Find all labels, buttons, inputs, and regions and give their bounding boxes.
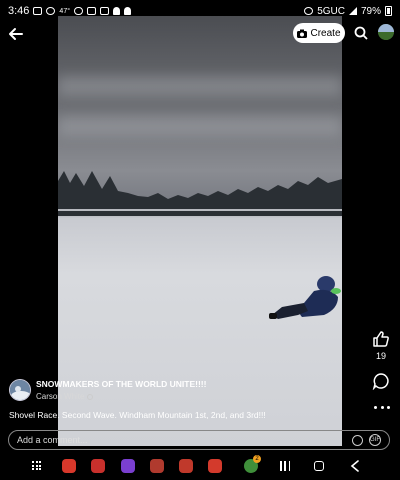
notification-badge: 2 (253, 455, 261, 463)
browser-app-icon[interactable] (121, 459, 135, 473)
bar (288, 461, 290, 471)
cloud-icon (74, 7, 84, 15)
create-button[interactable]: Create (293, 23, 345, 43)
alarm-icon (304, 7, 314, 15)
dot (32, 464, 34, 467)
gmail-icon (87, 7, 97, 15)
sky-cloud (58, 116, 342, 136)
app-drawer-icon[interactable] (32, 461, 42, 471)
horizon (58, 209, 342, 211)
home-icon[interactable] (314, 461, 324, 471)
dot (39, 461, 42, 463)
group-avatar[interactable] (9, 379, 31, 401)
post-caption: Shovel Race. Second Wave. Windham Mounta… (9, 410, 266, 420)
bell-icon-2 (124, 7, 132, 15)
recent-apps-icon[interactable] (280, 461, 290, 471)
signal-icon (348, 7, 357, 15)
emoji-icon[interactable] (352, 434, 363, 446)
comment-placeholder: Add a comment... (17, 435, 88, 445)
dot (380, 405, 384, 409)
bell-icon (113, 7, 121, 15)
status-time: 3:46 (8, 5, 30, 17)
profile-photo (378, 24, 394, 40)
comment-input[interactable]: Add a comment... GIF (8, 430, 390, 450)
gif-icon[interactable]: GIF (369, 434, 381, 446)
bar (280, 461, 282, 471)
comment-icon[interactable] (372, 372, 390, 390)
camera-app-icon[interactable] (150, 459, 164, 473)
dot (35, 464, 38, 467)
gallery-app-icon[interactable] (179, 459, 193, 473)
sky-cloud (58, 76, 342, 96)
status-battery: 79% (360, 5, 381, 17)
dot (387, 405, 390, 409)
dot (32, 468, 34, 471)
phone-app-icon[interactable] (62, 459, 76, 473)
dot (39, 468, 42, 471)
battery-icon (385, 6, 392, 16)
status-network: 5GUC (317, 5, 345, 17)
bar (284, 461, 286, 471)
dot (32, 461, 34, 463)
image-notification-icon (100, 7, 110, 15)
create-label: Create (310, 27, 341, 39)
gear-icon (87, 393, 94, 400)
search-icon[interactable] (354, 26, 368, 40)
group-name[interactable]: SNOWMAKERS OF THE WORLD UNITE!!!! (36, 379, 206, 389)
camera-icon (297, 29, 308, 38)
youtube-notification-icon (33, 7, 43, 15)
more-options-icon[interactable] (374, 404, 390, 410)
dot (39, 464, 42, 467)
nav-back-icon[interactable] (350, 460, 360, 472)
dot (35, 461, 38, 463)
profile-avatar[interactable] (378, 24, 394, 40)
dot (35, 468, 38, 471)
messages-app-icon[interactable] (91, 459, 105, 473)
like-icon[interactable] (372, 330, 390, 348)
back-arrow-icon[interactable] (6, 24, 26, 44)
dot (374, 405, 377, 409)
author-name[interactable]: Carson White (36, 392, 84, 401)
clock-notification-icon (46, 7, 56, 15)
group-photo (10, 380, 30, 400)
video-app-icon[interactable] (208, 459, 222, 473)
status-temperature: 47° (59, 7, 71, 15)
author-line: Carson White (36, 392, 94, 401)
sledder-figure (269, 276, 341, 319)
like-count: 19 (375, 351, 386, 361)
